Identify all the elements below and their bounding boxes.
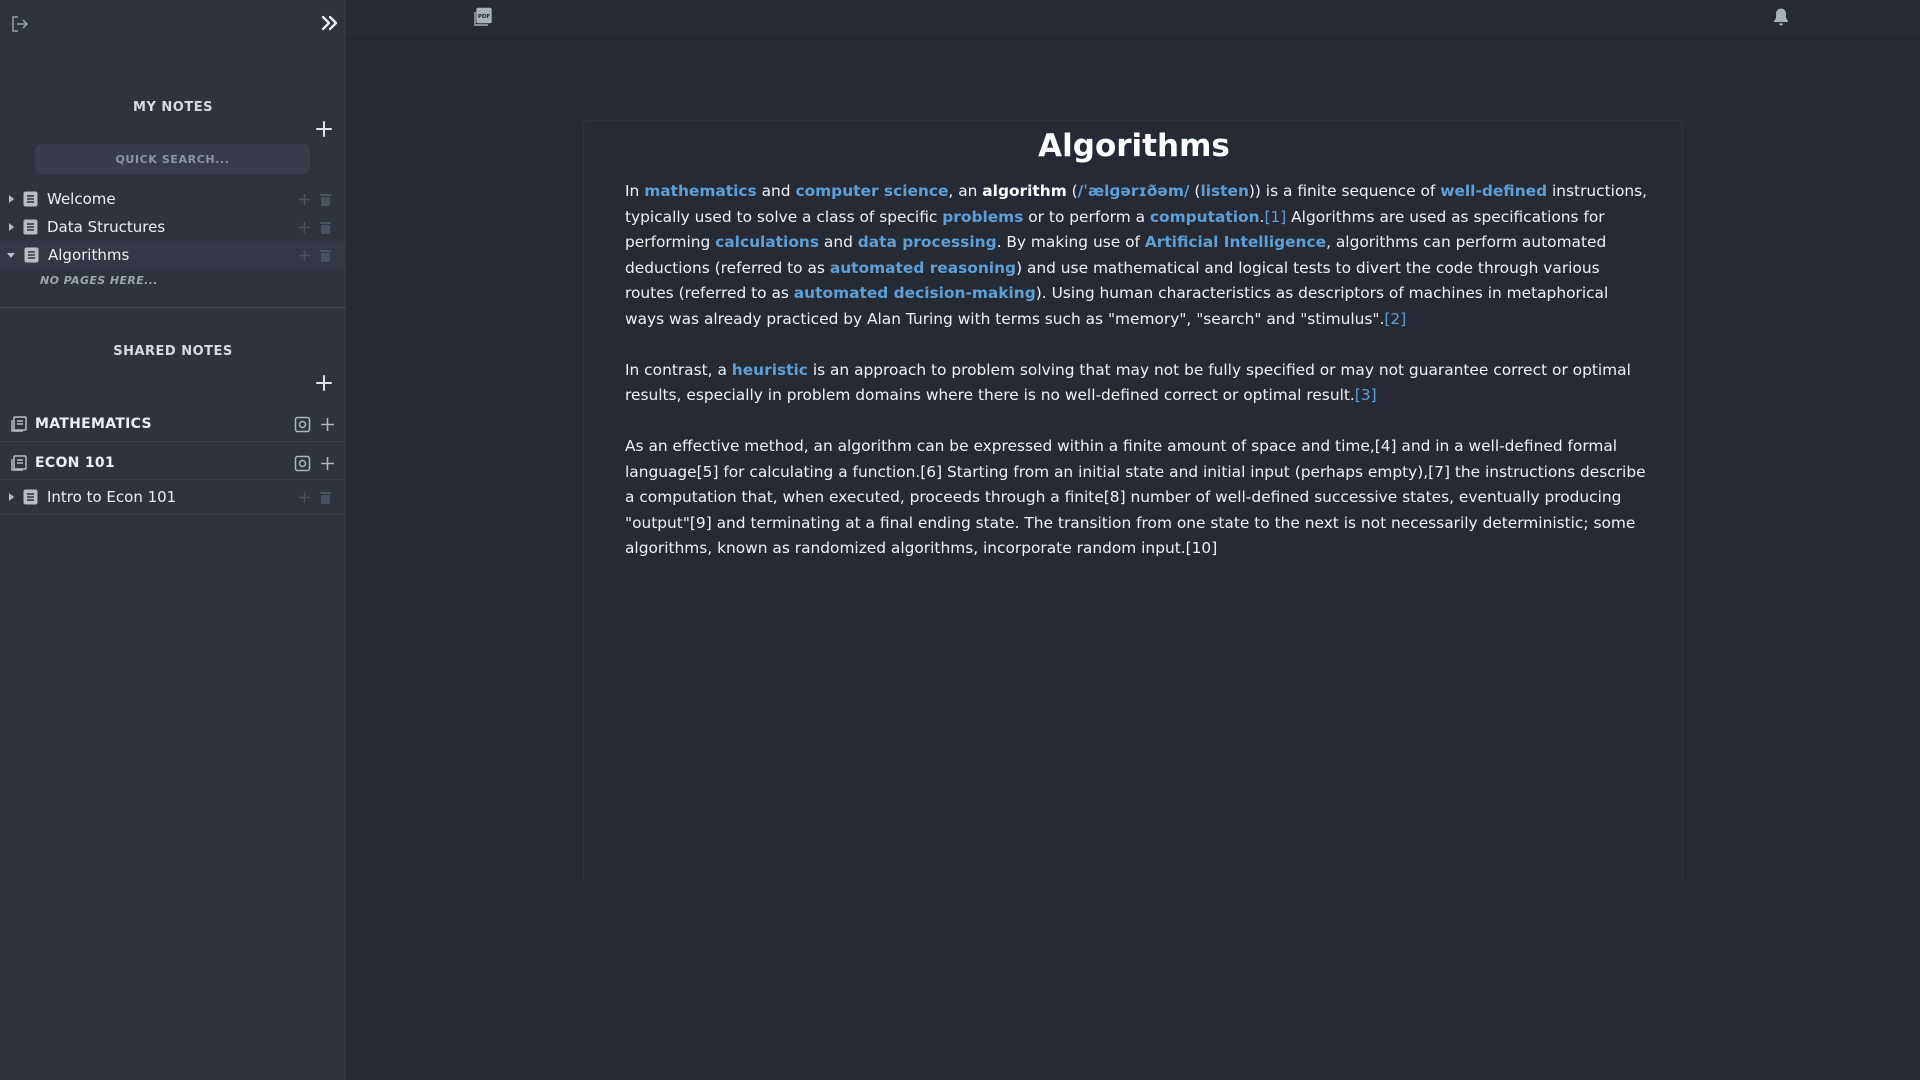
add-page-icon[interactable]: [298, 193, 311, 206]
link-ref-1[interactable]: [1]: [1264, 208, 1286, 226]
pdf-export-icon[interactable]: PDF: [473, 7, 493, 27]
add-page-icon[interactable]: [298, 249, 311, 262]
text: (: [1189, 182, 1201, 200]
note-item-welcome[interactable]: Welcome: [0, 185, 346, 213]
expand-caret-icon[interactable]: [9, 493, 14, 501]
shared-group-label: ECON 101: [35, 455, 115, 471]
shared-group-mathematics[interactable]: MATHEMATICS: [0, 407, 346, 441]
shared-notes-title: SHARED NOTES: [113, 344, 233, 359]
text: and: [756, 182, 796, 200]
collapse-caret-icon[interactable]: [7, 252, 15, 258]
link-automated-decision-making[interactable]: automated decision-making: [794, 284, 1036, 302]
shared-page-label: Intro to Econ 101: [47, 488, 177, 506]
bold-algorithm: algorithm: [982, 182, 1067, 200]
trash-icon[interactable]: [319, 491, 332, 504]
notifications-bell-icon[interactable]: [1772, 7, 1790, 27]
note-item-label: Data Structures: [47, 218, 166, 236]
paragraph-1: In mathematics and computer science, an …: [625, 179, 1650, 332]
trash-icon[interactable]: [319, 221, 332, 234]
group-settings-icon[interactable]: [294, 455, 311, 472]
note-item-data-structures[interactable]: Data Structures: [0, 213, 346, 241]
logout-icon[interactable]: [10, 14, 30, 34]
link-automated-reasoning[interactable]: automated reasoning: [830, 259, 1016, 277]
trash-icon[interactable]: [319, 249, 332, 262]
link-artificial-intelligence[interactable]: Artificial Intelligence: [1145, 233, 1326, 251]
link-pronunciation[interactable]: /ˈælɡərɪðəm/: [1078, 182, 1190, 200]
link-mathematics[interactable]: mathematics: [644, 182, 757, 200]
group-settings-icon[interactable]: [294, 416, 311, 433]
add-page-icon[interactable]: [298, 491, 311, 504]
page-icon: [23, 489, 38, 505]
group-divider: [0, 514, 346, 515]
add-page-icon[interactable]: [298, 221, 311, 234]
my-notes-title: MY NOTES: [133, 100, 213, 115]
text: In contrast, a: [625, 360, 732, 379]
quick-search-input[interactable]: [35, 144, 310, 174]
document-page: Algorithms In mathematics and computer s…: [583, 120, 1683, 880]
paragraph-2: In contrast, a heuristic is an approach …: [625, 358, 1650, 409]
add-page-icon[interactable]: [319, 455, 336, 472]
add-note-button[interactable]: [314, 119, 334, 139]
shared-page-intro-to-econ-101[interactable]: Intro to Econ 101: [0, 483, 346, 511]
expand-caret-icon[interactable]: [9, 223, 14, 231]
link-problems[interactable]: problems: [942, 208, 1023, 226]
add-page-icon[interactable]: [319, 416, 336, 433]
notebook-icon: [11, 416, 27, 432]
sidebar: MY NOTES Welcome Data Structures Algorit…: [0, 0, 346, 1080]
text: In: [625, 182, 645, 200]
link-well-defined[interactable]: well-defined: [1440, 182, 1547, 200]
link-ref-2[interactable]: [2]: [1384, 310, 1406, 328]
shared-group-label: MATHEMATICS: [35, 416, 152, 432]
no-pages-message: NO PAGES HERE...: [40, 274, 158, 287]
text: (: [1066, 182, 1078, 200]
collapse-sidebar-icon[interactable]: [318, 12, 340, 34]
link-computer-science[interactable]: computer science: [795, 182, 948, 200]
top-bar: PDF: [346, 0, 1920, 39]
add-shared-note-button[interactable]: [314, 373, 334, 393]
group-divider: [0, 441, 346, 442]
link-ref-3[interactable]: [3]: [1355, 386, 1377, 404]
svg-text:PDF: PDF: [478, 14, 491, 20]
note-item-label: Welcome: [47, 190, 116, 208]
expand-caret-icon[interactable]: [9, 195, 14, 203]
group-divider: [0, 479, 346, 480]
shared-group-econ-101[interactable]: ECON 101: [0, 446, 346, 480]
text: and: [819, 233, 858, 251]
link-listen[interactable]: listen: [1200, 182, 1248, 200]
link-computation[interactable]: computation: [1150, 208, 1260, 226]
page-icon: [23, 191, 38, 207]
link-heuristic[interactable]: heuristic: [732, 361, 808, 379]
document-body[interactable]: In mathematics and computer science, an …: [625, 179, 1650, 587]
text: )) is a finite sequence of: [1248, 182, 1441, 200]
page-icon: [24, 247, 39, 263]
note-item-label: Algorithms: [48, 246, 130, 264]
section-divider: [0, 307, 346, 308]
trash-icon[interactable]: [319, 193, 332, 206]
document-title[interactable]: Algorithms: [584, 128, 1684, 164]
link-calculations[interactable]: calculations: [715, 233, 819, 251]
page-icon: [23, 219, 38, 235]
text: . By making use of: [996, 233, 1145, 251]
paragraph-3: As an effective method, an algorithm can…: [625, 437, 1646, 557]
note-item-algorithms[interactable]: Algorithms: [0, 241, 346, 269]
text: or to perform a: [1023, 207, 1150, 226]
notebook-icon: [11, 455, 27, 471]
link-data-processing[interactable]: data processing: [858, 233, 997, 251]
text: , an: [948, 182, 983, 200]
